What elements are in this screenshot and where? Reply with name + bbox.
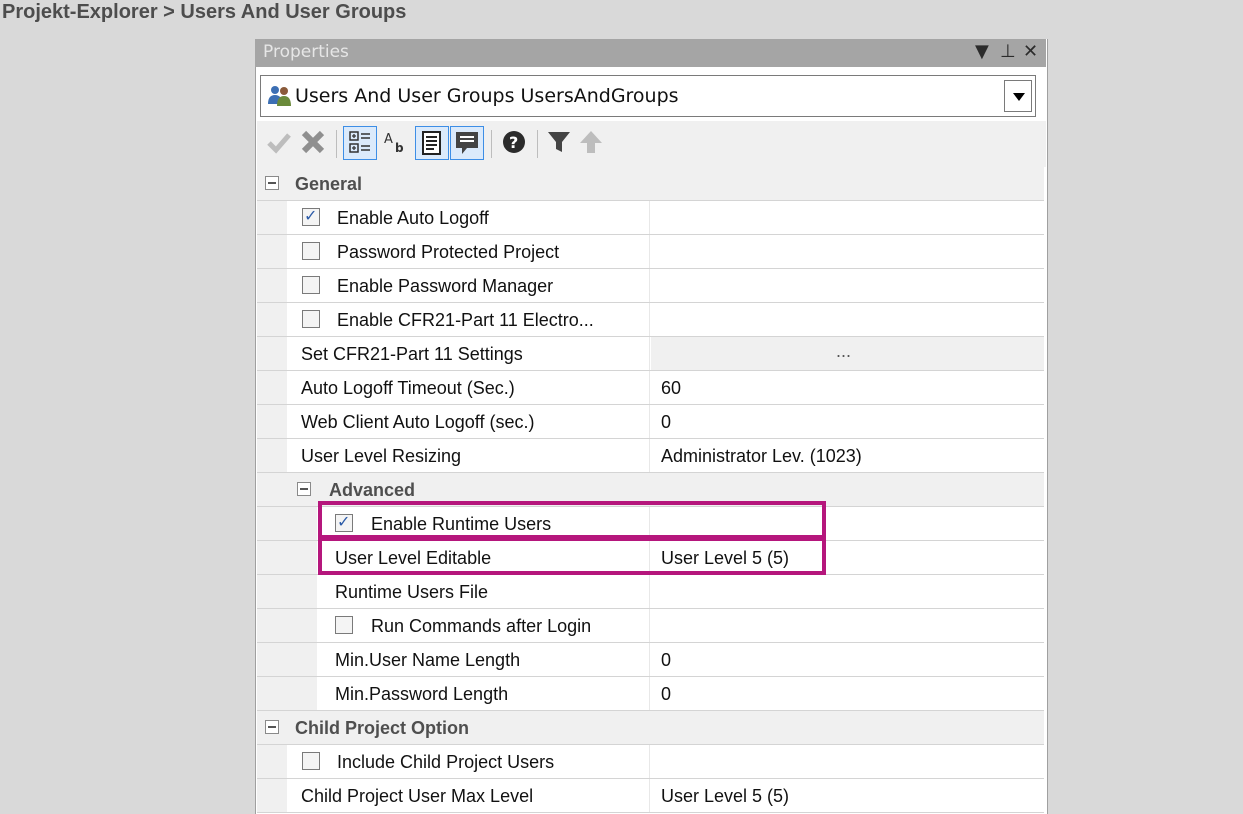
property-row[interactable]: Set CFR21-Part 11 Settings ...	[257, 337, 1044, 371]
svg-text:b: b	[395, 141, 404, 155]
property-row[interactable]: Min.User Name Length 0	[257, 643, 1044, 677]
property-row[interactable]: Enable Password Manager	[257, 269, 1044, 303]
password-protected-checkbox[interactable]	[302, 242, 320, 260]
property-value[interactable]	[651, 575, 1044, 608]
toolbar-separator	[537, 130, 538, 158]
category-general[interactable]: General	[257, 167, 1044, 201]
property-label: Run Commands after Login	[371, 616, 592, 636]
property-label: Min.User Name Length	[335, 650, 521, 670]
property-label: Web Client Auto Logoff (sec.)	[301, 412, 535, 432]
category-label: Child Project Option	[295, 718, 469, 738]
property-label: Enable Auto Logoff	[337, 208, 489, 228]
property-value[interactable]: User Level 5 (5)	[651, 779, 1044, 812]
description-icon[interactable]	[450, 126, 484, 160]
property-label: Min.Password Length	[335, 684, 509, 704]
category-advanced[interactable]: Advanced	[257, 473, 1044, 507]
property-label: Enable Runtime Users	[371, 514, 552, 534]
svg-text:?: ?	[509, 133, 518, 152]
up-arrow-icon[interactable]	[575, 126, 609, 160]
property-value[interactable]	[651, 235, 1044, 268]
enable-runtime-users-checkbox[interactable]	[335, 512, 353, 532]
property-value[interactable]	[651, 303, 1044, 336]
property-label: Include Child Project Users	[337, 752, 555, 772]
category-label: General	[295, 174, 363, 194]
property-row[interactable]: Run Commands after Login	[257, 609, 1044, 643]
include-child-users-checkbox[interactable]	[302, 752, 320, 770]
property-row[interactable]: User Level Editable User Level 5 (5)	[257, 541, 1044, 575]
property-label: Set CFR21-Part 11 Settings	[301, 344, 523, 364]
collapse-icon[interactable]	[297, 482, 311, 496]
x-icon[interactable]	[297, 126, 331, 160]
property-row[interactable]: Enable Runtime Users	[257, 507, 1044, 541]
run-commands-checkbox[interactable]	[335, 616, 353, 634]
property-row[interactable]: Enable Auto Logoff	[257, 201, 1044, 235]
enable-auto-logoff-checkbox[interactable]	[302, 206, 320, 226]
property-row[interactable]: Runtime Users File	[257, 575, 1044, 609]
category-child-project[interactable]: Child Project Option	[257, 711, 1044, 745]
cfr21-checkbox[interactable]	[302, 310, 320, 328]
property-value[interactable]: Administrator Lev. (1023)	[651, 439, 1044, 472]
property-row[interactable]: Child Project User Max Level User Level …	[257, 779, 1044, 813]
object-selector-value: Users And User Groups UsersAndGroups	[295, 85, 679, 107]
property-label: User Level Editable	[335, 548, 492, 568]
close-icon[interactable]: ✕	[1023, 41, 1038, 62]
property-label: Child Project User Max Level	[301, 786, 534, 806]
pin-icon[interactable]: ⊥	[1000, 41, 1016, 62]
property-label: Enable CFR21-Part 11 Electro...	[337, 310, 594, 330]
category-label: Advanced	[329, 480, 416, 500]
ellipsis-button[interactable]: ...	[836, 341, 851, 362]
window-menu-icon[interactable]: ▼	[975, 41, 989, 62]
property-value[interactable]	[651, 745, 1044, 778]
collapse-icon[interactable]	[265, 176, 279, 190]
property-value[interactable]	[651, 507, 1044, 540]
properties-toolbar: A b ?	[257, 121, 1046, 167]
property-label: Auto Logoff Timeout (Sec.)	[301, 378, 515, 398]
property-row[interactable]: Web Client Auto Logoff (sec.) 0	[257, 405, 1044, 439]
filter-icon[interactable]	[543, 126, 577, 160]
categorized-icon[interactable]	[343, 126, 377, 160]
property-row[interactable]: Auto Logoff Timeout (Sec.) 60	[257, 371, 1044, 405]
toolbar-separator	[336, 130, 337, 158]
collapse-icon[interactable]	[265, 720, 279, 734]
cfr21-settings-button[interactable]: ...	[651, 337, 1044, 370]
properties-titlebar: Properties ▼ ⊥ ✕	[255, 39, 1046, 67]
property-grid: General Enable Auto Logoff Password Prot…	[257, 167, 1044, 813]
object-selector-dropdown[interactable]	[1004, 80, 1032, 112]
property-value[interactable]	[651, 201, 1044, 234]
property-row[interactable]: User Level Resizing Administrator Lev. (…	[257, 439, 1044, 473]
property-value[interactable]: User Level 5 (5)	[651, 541, 1044, 574]
property-label: User Level Resizing	[301, 446, 462, 466]
property-value[interactable]: 60	[651, 371, 1044, 404]
property-value[interactable]	[651, 609, 1044, 642]
svg-text:A: A	[384, 132, 393, 147]
check-icon[interactable]	[263, 126, 297, 160]
users-group-icon	[268, 86, 291, 106]
property-label: Enable Password Manager	[337, 276, 554, 296]
property-pages-icon[interactable]	[415, 126, 449, 160]
help-icon[interactable]: ?	[498, 126, 532, 160]
object-selector[interactable]: Users And User Groups UsersAndGroups	[260, 75, 1036, 117]
property-row[interactable]: Password Protected Project	[257, 235, 1044, 269]
property-value[interactable]: 0	[651, 677, 1044, 710]
breadcrumb: Projekt-Explorer > Users And User Groups	[2, 1, 407, 23]
password-manager-checkbox[interactable]	[302, 276, 320, 294]
alphabetical-icon[interactable]: A b	[379, 126, 413, 160]
property-label: Password Protected Project	[337, 242, 560, 262]
panel-title: Properties	[263, 42, 349, 62]
property-value[interactable]	[651, 269, 1044, 302]
toolbar-separator	[491, 130, 492, 158]
property-row[interactable]: Include Child Project Users	[257, 745, 1044, 779]
property-row[interactable]: Enable CFR21-Part 11 Electro...	[257, 303, 1044, 337]
property-value[interactable]: 0	[651, 643, 1044, 676]
property-label: Runtime Users File	[335, 582, 489, 602]
property-value[interactable]: 0	[651, 405, 1044, 438]
property-row[interactable]: Min.Password Length 0	[257, 677, 1044, 711]
